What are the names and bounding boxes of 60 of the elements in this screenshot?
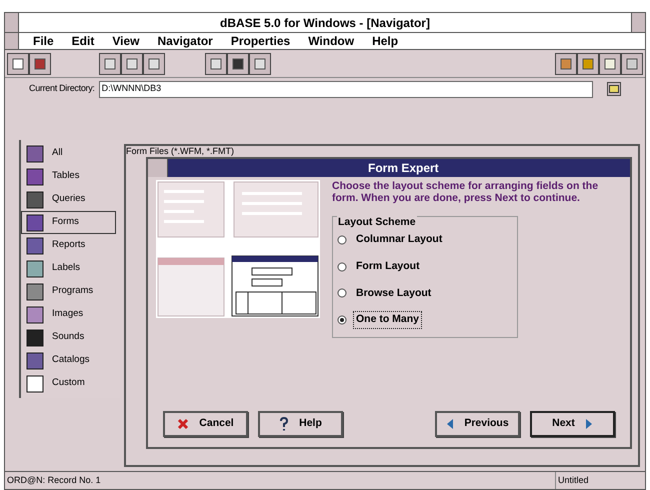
sidebar-item[interactable]: Tables: [21, 165, 116, 188]
menu-item[interactable]: Help: [372, 32, 398, 50]
sidebar-item[interactable]: Custom: [21, 372, 116, 395]
toolbar-button[interactable]: [599, 52, 621, 74]
question-mark-icon: [279, 417, 290, 431]
sidebar-item[interactable]: Reports: [21, 234, 116, 257]
menu-item[interactable]: View: [112, 32, 140, 50]
radio-label[interactable]: One to Many: [353, 311, 422, 329]
right-arrow-icon: [584, 418, 593, 430]
menu-item[interactable]: Navigator: [157, 32, 213, 50]
toolbar-button[interactable]: [621, 52, 643, 74]
sidebar-item[interactable]: Forms: [21, 211, 116, 234]
previous-button[interactable]: Previous: [435, 411, 520, 437]
directory-field[interactable]: D:\WNNN\DB3: [98, 80, 593, 98]
close-icon: [177, 418, 190, 430]
document-menu-button[interactable]: [5, 33, 19, 49]
sidebar-item[interactable]: All: [21, 142, 116, 165]
toolbar-button[interactable]: [7, 52, 29, 74]
menu-item[interactable]: Properties: [230, 32, 290, 50]
dialog-menu-button[interactable]: [148, 159, 168, 177]
folder-button[interactable]: [607, 82, 621, 96]
minimize-button[interactable]: [631, 13, 645, 32]
status-text: ORD@N: Record No. 1: [6, 474, 102, 487]
folder-icon: [609, 85, 619, 93]
toolbar-button[interactable]: [249, 52, 271, 74]
sidebar-item[interactable]: Queries: [21, 188, 116, 211]
control-menu-button[interactable]: [5, 13, 19, 32]
window-title: dBASE 5.0 for Windows - [Navigator]: [219, 14, 431, 32]
menu-item[interactable]: Edit: [72, 32, 94, 50]
toolbar-button[interactable]: [555, 52, 577, 74]
sidebar-item[interactable]: Programs: [21, 280, 116, 303]
document-name: Untitled: [558, 474, 589, 487]
next-button[interactable]: Next: [530, 411, 615, 437]
directory-label: Current Directory:: [29, 82, 95, 96]
toolbar-button[interactable]: [99, 52, 121, 74]
toolbar-button[interactable]: [29, 52, 51, 74]
radio-label[interactable]: Form Layout: [353, 258, 423, 276]
files-window-title: Form Files (*.WFM, *.FMT): [126, 146, 235, 156]
help-button[interactable]: Help: [258, 411, 343, 437]
toolbar-button[interactable]: [577, 52, 599, 74]
radio-button[interactable]: [337, 315, 347, 326]
menu-item[interactable]: Window: [308, 32, 354, 50]
left-arrow-icon: [446, 418, 454, 430]
dialog-title: Form Expert: [368, 160, 439, 177]
instructions-text: Choose the layout scheme for arranging fields on the form. When you are done, press Next to continue.: [332, 180, 600, 204]
sidebar-item[interactable]: Sounds: [21, 326, 116, 349]
toolbar-button[interactable]: [227, 52, 249, 74]
radio-button[interactable]: [337, 288, 347, 298]
cancel-button[interactable]: Cancel: [163, 411, 248, 437]
menu-item[interactable]: File: [33, 32, 54, 50]
radio-button[interactable]: [337, 234, 347, 245]
toolbar-button[interactable]: [121, 52, 143, 74]
radio-label[interactable]: Columnar Layout: [353, 231, 446, 249]
toolbar-button[interactable]: [143, 52, 165, 74]
radio-button[interactable]: [337, 262, 347, 272]
sidebar-item[interactable]: Images: [21, 303, 116, 326]
sidebar-item[interactable]: Catalogs: [21, 349, 116, 372]
toolbar-button[interactable]: [205, 52, 227, 74]
radio-label[interactable]: Browse Layout: [353, 284, 434, 302]
sidebar-item[interactable]: Labels: [21, 257, 116, 280]
